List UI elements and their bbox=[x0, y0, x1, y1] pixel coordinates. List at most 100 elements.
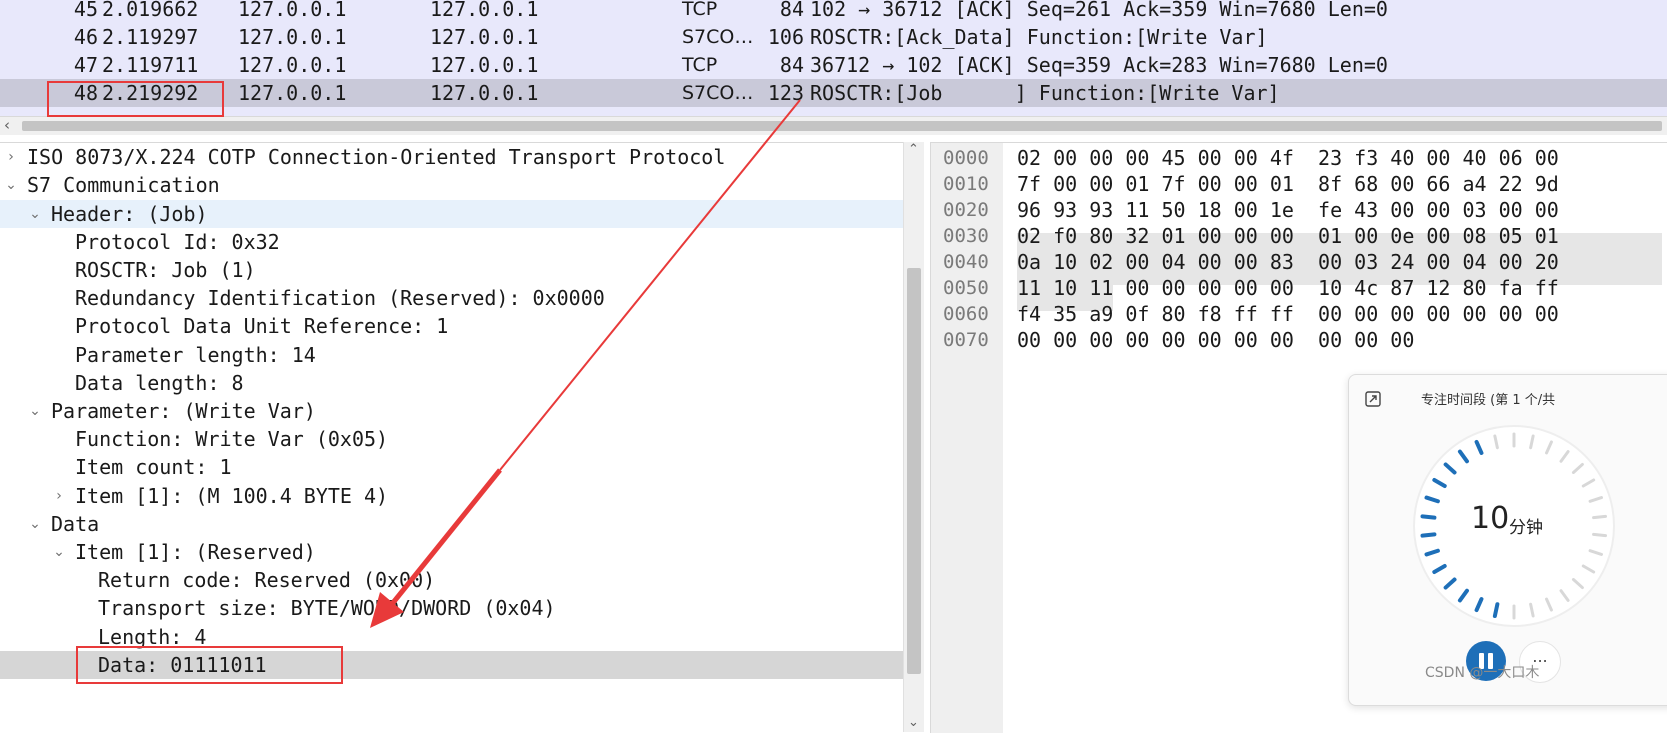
packet-info: ROSCTR:[Job ] Function:[Write Var] bbox=[810, 81, 1280, 105]
tree-item-label: Item [1]: (Reserved) bbox=[75, 540, 316, 564]
tree-item-pdu-reference[interactable]: Protocol Data Unit Reference: 1 bbox=[0, 312, 903, 340]
tree-item-function[interactable]: Function: Write Var (0x05) bbox=[0, 425, 903, 453]
tree-item-label: Data: 01111011 bbox=[98, 653, 267, 677]
hex-bytes-line[interactable]: 02 00 00 00 45 00 00 4f 23 f3 40 00 40 0… bbox=[1017, 145, 1559, 171]
packet-row[interactable]: 45 2.019662 127.0.0.1 127.0.0.1 TCP 84 1… bbox=[0, 0, 1667, 23]
hex-bytes-line[interactable]: 02 f0 80 32 01 00 00 00 01 00 0e 00 08 0… bbox=[1017, 223, 1559, 249]
tree-item-protocol-id[interactable]: Protocol Id: 0x32 bbox=[0, 228, 903, 256]
tree-item-item-count[interactable]: Item count: 1 bbox=[0, 453, 903, 481]
hex-offset: 0000 bbox=[943, 147, 989, 169]
chevron-down-icon[interactable]: ⌄ bbox=[4, 171, 18, 199]
hex-bytes-line[interactable]: 00 00 00 00 00 00 00 00 00 00 00 bbox=[1017, 327, 1414, 353]
tree-item-label: Protocol Id: 0x32 bbox=[75, 230, 280, 254]
packet-source: 127.0.0.1 bbox=[238, 81, 347, 105]
packet-no: 46 bbox=[73, 25, 98, 49]
packet-protocol: TCP bbox=[682, 54, 718, 76]
tree-item-length[interactable]: Length: 4 bbox=[0, 623, 903, 651]
hex-offset: 0060 bbox=[943, 303, 989, 325]
packet-row[interactable]: 46 2.119297 127.0.0.1 127.0.0.1 S7CO… 10… bbox=[0, 23, 1667, 51]
scroll-down-icon[interactable]: ⌄ bbox=[908, 715, 919, 730]
tree-item-label: Parameter: (Write Var) bbox=[51, 399, 316, 423]
tree-item-label: ISO 8073/X.224 COTP Connection-Oriented … bbox=[27, 145, 726, 169]
packet-source: 127.0.0.1 bbox=[238, 53, 347, 77]
tree-item-return-code[interactable]: Return code: Reserved (0x00) bbox=[0, 566, 903, 594]
hex-offset: 0030 bbox=[943, 225, 989, 247]
scroll-up-icon[interactable]: ⌃ bbox=[908, 142, 919, 157]
focus-session-title: 专注时间段 (第 1 个/共 bbox=[1421, 393, 1556, 408]
tree-item-parameter[interactable]: ⌄ Parameter: (Write Var) bbox=[0, 397, 903, 425]
tree-item-parameter-length[interactable]: Parameter length: 14 bbox=[0, 341, 903, 369]
tree-item-label: S7 Communication bbox=[27, 173, 220, 197]
tree-item-label: Return code: Reserved (0x00) bbox=[98, 568, 436, 592]
scroll-left-icon[interactable]: ‹ bbox=[4, 116, 10, 134]
chevron-down-icon[interactable]: ⌄ bbox=[28, 200, 42, 228]
packet-row-selected[interactable]: 48 2.219292 127.0.0.1 127.0.0.1 S7CO… 12… bbox=[0, 79, 1667, 107]
tree-item-label: ROSCTR: Job (1) bbox=[75, 258, 256, 282]
dial-tick bbox=[1492, 602, 1500, 618]
chevron-down-icon[interactable]: ⌄ bbox=[28, 397, 42, 425]
packet-info: ROSCTR:[Ack_Data] Function:[Write Var] bbox=[810, 25, 1268, 49]
packet-list[interactable]: 45 2.019662 127.0.0.1 127.0.0.1 TCP 84 1… bbox=[0, 0, 1667, 118]
hex-offset: 0040 bbox=[943, 251, 989, 273]
timer-minutes: 10 bbox=[1471, 501, 1510, 536]
chevron-right-icon[interactable]: › bbox=[4, 143, 18, 171]
hex-bytes-line[interactable]: 7f 00 00 01 7f 00 00 01 8f 68 00 66 a4 2… bbox=[1017, 171, 1559, 197]
tree-item-data-item[interactable]: ⌄ Item [1]: (Reserved) bbox=[0, 538, 903, 566]
dial-tick bbox=[1592, 514, 1607, 520]
packet-destination: 127.0.0.1 bbox=[430, 0, 539, 21]
tree-item-redundancy-id[interactable]: Redundancy Identification (Reserved): 0x… bbox=[0, 284, 903, 312]
tree-item-label: Header: (Job) bbox=[51, 202, 208, 226]
hex-offset: 0050 bbox=[943, 277, 989, 299]
packet-time: 2.119297 bbox=[102, 25, 199, 49]
tree-item-data-value-selected[interactable]: Data: 01111011 bbox=[0, 651, 903, 679]
dial-tick bbox=[1592, 532, 1607, 538]
watermark: CSDN @一大口木 bbox=[1425, 665, 1540, 681]
tree-item-transport-size[interactable]: Transport size: BYTE/WORD/DWORD (0x04) bbox=[0, 594, 903, 622]
packet-row[interactable]: 47 2.119711 127.0.0.1 127.0.0.1 TCP 84 3… bbox=[0, 51, 1667, 79]
packet-length: 84 bbox=[779, 53, 804, 77]
packet-source: 127.0.0.1 bbox=[238, 0, 347, 21]
tree-item-param-item[interactable]: › Item [1]: (M 100.4 BYTE 4) bbox=[0, 482, 903, 510]
hex-offset: 0070 bbox=[943, 329, 989, 351]
dial-tick bbox=[1420, 532, 1437, 538]
focus-timer-widget[interactable]: 专注时间段 (第 1 个/共 10 分钟 ... bbox=[1348, 374, 1667, 706]
compact-view-icon[interactable] bbox=[1363, 389, 1383, 409]
packet-destination: 127.0.0.1 bbox=[430, 53, 539, 77]
tree-item-label: Item [1]: (M 100.4 BYTE 4) bbox=[75, 484, 389, 508]
packet-length: 123 bbox=[767, 81, 804, 105]
chevron-down-icon[interactable]: ⌄ bbox=[52, 538, 66, 566]
hex-bytes-line[interactable]: 0a 10 02 00 04 00 00 83 00 03 24 00 04 0… bbox=[1017, 249, 1559, 275]
chevron-right-icon[interactable]: › bbox=[52, 482, 66, 510]
tree-item-rosctr[interactable]: ROSCTR: Job (1) bbox=[0, 256, 903, 284]
hex-bytes-line[interactable]: 96 93 93 11 50 18 00 1e fe 43 00 00 03 0… bbox=[1017, 197, 1559, 223]
hex-bytes-line[interactable]: 11 10 11 00 00 00 00 00 10 4c 87 12 80 f… bbox=[1017, 275, 1559, 301]
tree-item-data-length[interactable]: Data length: 8 bbox=[0, 369, 903, 397]
dial-tick bbox=[1420, 514, 1437, 520]
details-vertical-scrollbar[interactable]: ⌃ ⌄ bbox=[903, 142, 924, 732]
tree-item-label: Data length: 8 bbox=[75, 371, 244, 395]
scrollbar-thumb[interactable] bbox=[22, 121, 1662, 131]
tree-item-label: Function: Write Var (0x05) bbox=[75, 427, 389, 451]
tree-item-header[interactable]: ⌄ Header: (Job) bbox=[0, 200, 903, 228]
hex-offset: 0020 bbox=[943, 199, 989, 221]
packet-list-horizontal-scrollbar[interactable]: ‹ bbox=[0, 116, 1667, 135]
scrollbar-thumb[interactable] bbox=[907, 268, 921, 674]
chevron-down-icon[interactable]: ⌄ bbox=[28, 510, 42, 538]
tree-item-label: Length: 4 bbox=[98, 625, 207, 649]
packet-time: 2.219292 bbox=[102, 81, 199, 105]
packet-no: 48 bbox=[73, 81, 98, 105]
packet-info: 102 → 36712 [ACK] Seq=261 Ack=359 Win=76… bbox=[810, 0, 1388, 21]
packet-source: 127.0.0.1 bbox=[238, 25, 347, 49]
packet-no: 47 bbox=[73, 53, 98, 77]
tree-item-data[interactable]: ⌄ Data bbox=[0, 510, 903, 538]
tree-item-s7comm[interactable]: ⌄ S7 Communication bbox=[0, 171, 903, 199]
tree-item-label: Item count: 1 bbox=[75, 455, 232, 479]
packet-details-tree[interactable]: › ISO 8073/X.224 COTP Connection-Oriente… bbox=[0, 142, 903, 733]
tree-item-cotp[interactable]: › ISO 8073/X.224 COTP Connection-Oriente… bbox=[0, 143, 903, 171]
packet-no: 45 bbox=[73, 0, 98, 21]
tree-item-label: Protocol Data Unit Reference: 1 bbox=[75, 314, 449, 338]
timer-unit: 分钟 bbox=[1509, 518, 1543, 538]
hex-bytes-line[interactable]: f4 35 a9 0f 80 f8 ff ff 00 00 00 00 00 0… bbox=[1017, 301, 1559, 327]
packet-protocol: TCP bbox=[682, 0, 718, 20]
packet-time: 2.019662 bbox=[102, 0, 199, 21]
